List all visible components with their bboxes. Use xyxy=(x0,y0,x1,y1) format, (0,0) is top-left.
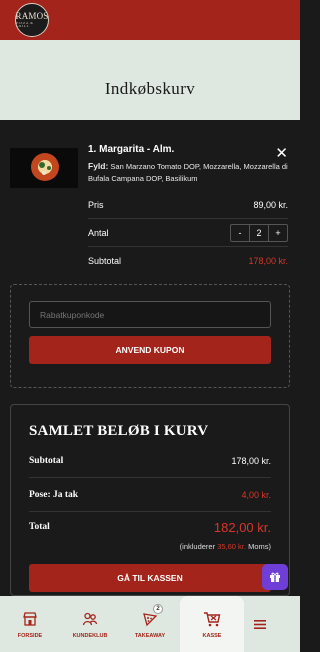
quantity-stepper: - 2 + xyxy=(230,223,288,242)
coupon-input[interactable] xyxy=(29,301,271,328)
cart-summary: SAMLET BELØB I KURV Subtotal 178,00 kr. … xyxy=(10,404,290,596)
bottom-nav: FORSIDE KUNDEKLUB 2 TAKEAWAY KASSE xyxy=(0,596,300,652)
subtotal-label: Subtotal xyxy=(88,256,122,266)
vat-amount: 35,60 kr. xyxy=(217,542,246,551)
title-band: Indkøbskurv xyxy=(0,40,300,120)
nav-takeaway[interactable]: 2 TAKEAWAY xyxy=(120,596,180,652)
vat-note: (inkluderer 35,60 kr. Moms) xyxy=(29,542,271,551)
gift-button[interactable] xyxy=(262,564,288,590)
nav-forside[interactable]: FORSIDE xyxy=(0,596,60,652)
apply-coupon-button[interactable]: ANVEND KUPON xyxy=(29,336,271,364)
gift-icon xyxy=(270,572,280,582)
price-row: Pris 89,00 kr. xyxy=(88,191,288,219)
item-filling: Fyld: San Marzano Tomato DOP, Mozzarella… xyxy=(88,160,288,185)
summary-subtotal-row: Subtotal 178,00 kr. xyxy=(29,444,271,478)
remove-item-button[interactable]: ✕ xyxy=(275,146,288,161)
pizza-image xyxy=(31,153,59,181)
brand-logo[interactable]: RAMOS PIZZA & GRILL xyxy=(15,3,49,37)
bag-label: Pose: Ja tak xyxy=(29,489,79,500)
takeaway-badge: 2 xyxy=(153,604,163,614)
nav-kundeklub-label: KUNDEKLUB xyxy=(72,632,108,639)
nav-kasse-label: KASSE xyxy=(202,632,222,639)
bag-row: Pose: Ja tak 4,00 kr. xyxy=(29,478,271,512)
decrement-button[interactable]: - xyxy=(231,225,249,241)
vat-suffix: Moms) xyxy=(248,542,271,551)
total-row: Total 182,00 kr. xyxy=(29,512,271,542)
logo-subtext: PIZZA & GRILL xyxy=(16,20,34,28)
menu-button[interactable] xyxy=(244,619,276,630)
price-value: 89,00 kr. xyxy=(253,199,288,210)
store-icon xyxy=(23,611,37,626)
nav-takeaway-label: TAKEAWAY xyxy=(134,632,166,639)
checkout-button[interactable]: GÅ TIL KASSEN xyxy=(29,564,271,592)
total-label: Total xyxy=(29,522,50,532)
nav-kundeklub[interactable]: KUNDEKLUB xyxy=(60,596,120,652)
filling-text: San Marzano Tomato DOP, Mozzarella, Mozz… xyxy=(88,162,288,183)
page-title: Indkøbskurv xyxy=(104,79,196,98)
subtotal-row: Subtotal 178,00 kr. xyxy=(88,247,288,275)
total-value: 182,00 kr. xyxy=(213,519,271,535)
nav-forside-label: FORSIDE xyxy=(17,632,43,639)
increment-button[interactable]: + xyxy=(269,225,287,241)
subtotal-value: 178,00 kr. xyxy=(248,256,288,266)
coupon-box: ANVEND KUPON xyxy=(10,284,290,388)
cart-icon xyxy=(204,611,221,626)
people-icon xyxy=(82,612,98,625)
cart-item: ✕ 1. Margarita - Alm. Fyld: San Marzano … xyxy=(0,120,300,268)
quantity-label: Antal xyxy=(88,227,109,238)
nav-kasse[interactable]: KASSE xyxy=(180,596,244,652)
quantity-row: Antal - 2 + xyxy=(88,219,288,247)
logo-text: RAMOS xyxy=(15,10,49,21)
bag-value: 4,00 kr. xyxy=(241,489,271,500)
vat-prefix: (inkluderer xyxy=(179,542,216,551)
item-name: 1. Margarita - Alm. xyxy=(88,144,175,155)
hamburger-icon xyxy=(254,619,266,629)
price-label: Pris xyxy=(88,199,104,210)
product-image xyxy=(10,148,78,188)
quantity-value[interactable]: 2 xyxy=(249,224,269,241)
summary-title: SAMLET BELØB I KURV xyxy=(29,423,209,439)
header-bar: RAMOS PIZZA & GRILL xyxy=(0,0,300,40)
summary-subtotal-value: 178,00 kr. xyxy=(231,455,271,466)
summary-subtotal-label: Subtotal xyxy=(29,455,64,466)
filling-label: Fyld: xyxy=(88,161,109,171)
